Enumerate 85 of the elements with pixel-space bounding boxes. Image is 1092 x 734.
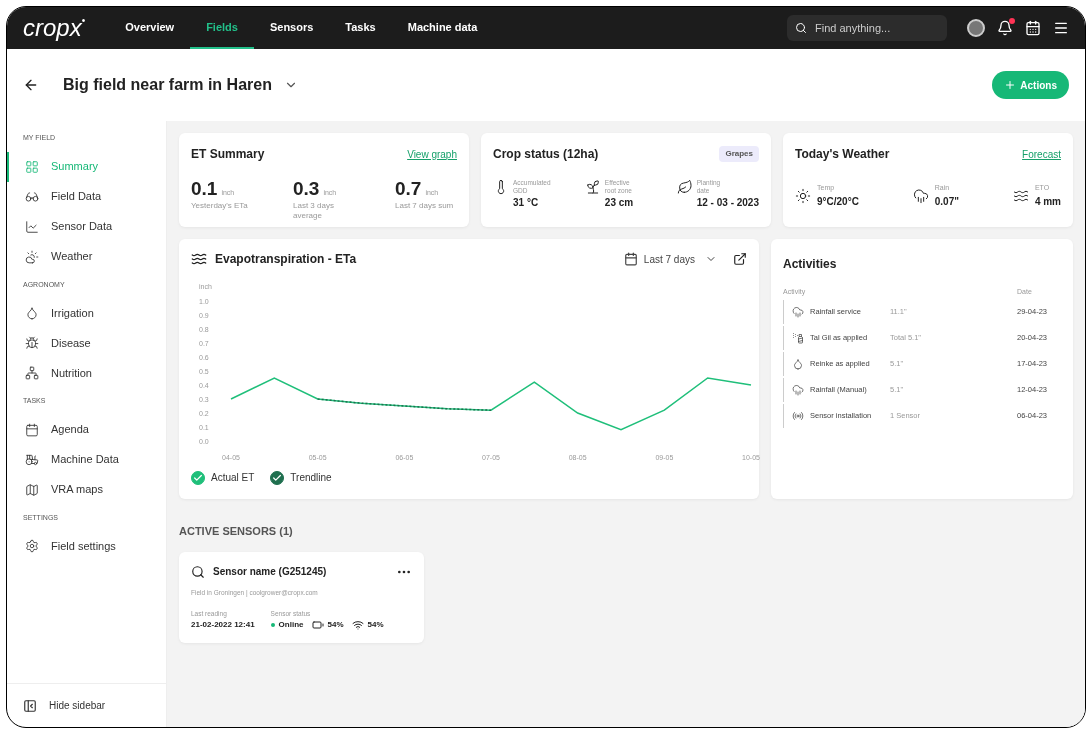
card-title: Evapotranspiration - ETa [215, 251, 357, 268]
logo[interactable]: cropx [23, 16, 82, 40]
metric-value: 23 cm [604, 196, 635, 211]
sidebar-item[interactable]: Nutrition [7, 358, 166, 388]
legend-label: Trendline [290, 471, 332, 485]
view-graph-link[interactable]: View graph [407, 146, 457, 162]
legend-label: Actual ET [211, 471, 255, 485]
grid-icon [25, 159, 39, 174]
metric-caption: Last 3 days average [293, 200, 335, 221]
battery-icon [311, 619, 324, 631]
card-title: Today's Weather [795, 146, 890, 163]
nav-tab[interactable]: Tasks [329, 7, 392, 49]
nav-tab[interactable]: Overview [109, 7, 191, 49]
glasses-icon [25, 189, 39, 204]
logo-mark: • [81, 16, 86, 26]
bug-icon [25, 336, 39, 350]
sensor-name: Sensor name (G251245) [213, 565, 328, 579]
nav-tab[interactable]: Sensors [253, 7, 330, 49]
sidebar-item[interactable]: Weather [7, 241, 166, 272]
card-title: ET Summary [191, 146, 265, 163]
metric-caption: Last 7 days sum [395, 200, 455, 211]
page-title: Big field near farm in Haren [63, 75, 272, 95]
card-title: Activities [783, 257, 837, 271]
back-icon[interactable] [23, 77, 39, 93]
sidebar-item[interactable]: Disease [7, 328, 166, 358]
calendar-icon [25, 422, 39, 437]
legend-checkbox[interactable] [191, 470, 205, 485]
sun-icon [795, 187, 811, 204]
rain-cloud-icon [912, 187, 929, 204]
bell-icon[interactable] [997, 20, 1013, 36]
metric-value: 0.7 [395, 179, 422, 198]
calendar-icon[interactable] [1025, 20, 1041, 36]
sidebar-item[interactable]: Irrigation [7, 298, 166, 328]
legend-checkbox[interactable] [270, 470, 285, 485]
sidebar-item[interactable]: Agenda [7, 414, 166, 445]
sprout-icon [584, 179, 601, 195]
drop-icon [792, 357, 804, 370]
nav-tab[interactable]: Fields [190, 7, 254, 49]
search-field[interactable]: Find anything... [787, 15, 947, 41]
nav-tab[interactable]: Machine data [391, 7, 494, 49]
sidebar-item[interactable]: Sensor Data [7, 211, 166, 242]
signal-level: 54% [367, 619, 384, 631]
avatar[interactable] [967, 19, 985, 37]
search-icon [795, 22, 807, 34]
sidebar-item[interactable]: Field settings [7, 531, 166, 561]
metric-value: 0.1 [191, 179, 218, 198]
panel-icon [23, 698, 37, 713]
status-text: Online [278, 619, 304, 631]
metric-value: 0.3 [293, 179, 320, 198]
card-title: Crop status (12ha) [493, 146, 599, 163]
metric-value: 4 mm [1034, 194, 1061, 209]
check-icon [193, 472, 203, 483]
signal-icon [351, 619, 364, 631]
metric-value: 9°C/20°C [817, 194, 859, 209]
field-value: 21-02-2022 12:41 [191, 619, 255, 631]
tractor-icon [25, 452, 39, 467]
rain-cloud-icon [792, 383, 804, 396]
sidebar-item[interactable]: Machine Data [7, 444, 166, 475]
settings-icon [25, 539, 39, 553]
nodes-icon [25, 366, 39, 380]
metric-caption: Yesterday's ETa [191, 200, 249, 211]
menu-icon[interactable] [1053, 20, 1069, 36]
evapotranspiration-icon [191, 251, 207, 267]
check-icon [272, 472, 283, 483]
rain-cloud-icon [792, 305, 804, 318]
metric-value: 12 - 03 - 2023 [696, 196, 759, 211]
section-heading: ACTIVE SENSORS (1) [179, 524, 294, 539]
external-link-icon[interactable] [733, 252, 747, 266]
leaf-icon [676, 179, 693, 195]
calendar-icon [623, 252, 638, 266]
sidebar-item[interactable]: VRA maps [7, 474, 166, 505]
metric-value: 0.07" [934, 194, 959, 209]
date-range-dropdown[interactable]: Last 7 days [615, 247, 725, 271]
cloud-sun-icon [25, 249, 39, 264]
forecast-link[interactable]: Forecast [1022, 146, 1061, 162]
battery-level: 54% [327, 619, 344, 631]
drop-icon [25, 306, 39, 320]
metric-value: 31 °C [513, 196, 540, 211]
crop-badge: Grapes [719, 146, 759, 162]
map-icon [25, 482, 39, 497]
chart-icon [25, 219, 39, 234]
sprayer-icon [792, 331, 804, 344]
sidebar-item[interactable]: Field Data [7, 181, 166, 212]
hide-sidebar-button[interactable]: Hide sidebar [7, 683, 166, 727]
plus-icon [1004, 79, 1017, 91]
